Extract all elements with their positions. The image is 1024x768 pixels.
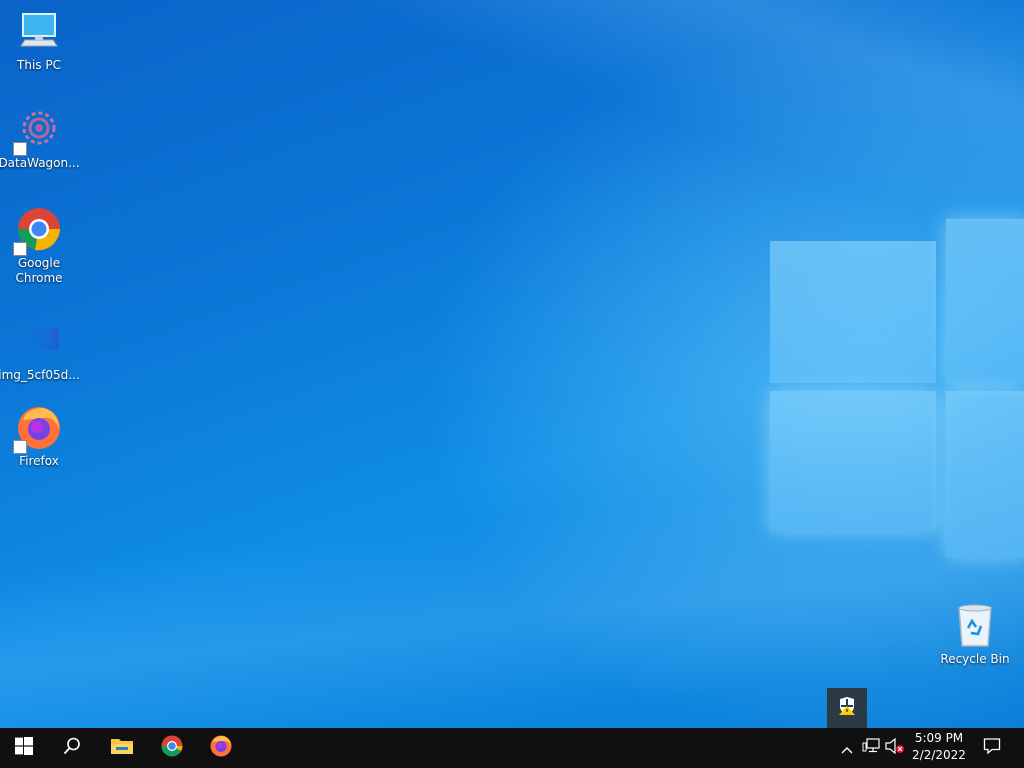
search-icon <box>63 737 81 759</box>
desktop-icon-google-chrome[interactable]: Google Chrome <box>1 206 77 286</box>
this-pc-icon <box>15 8 63 56</box>
recycle-bin-icon <box>951 602 999 650</box>
shortcut-arrow-icon <box>13 242 27 256</box>
desktop-icon-label: Recycle Bin <box>940 652 1010 666</box>
chrome-icon <box>160 734 184 762</box>
action-center-button[interactable] <box>978 728 1006 768</box>
firefox-icon <box>209 734 233 762</box>
shortcut-arrow-icon <box>13 142 27 156</box>
tray-network-button[interactable] <box>860 728 882 768</box>
tray-volume-button[interactable] <box>884 728 906 768</box>
search-button[interactable] <box>48 728 96 768</box>
clock-time: 5:09 PM <box>914 731 964 745</box>
taskbar-clock[interactable]: 5:09 PM 2/2/2022 <box>904 730 974 766</box>
taskbar-firefox[interactable] <box>197 728 245 768</box>
desktop-icon-image-file[interactable]: img_5cf05d... <box>0 318 80 383</box>
start-button[interactable] <box>0 728 48 768</box>
datawagon-icon <box>13 106 63 156</box>
clock-date: 2/2/2022 <box>912 748 966 762</box>
shortcut-arrow-icon <box>13 440 27 454</box>
chrome-icon <box>13 206 63 256</box>
windows-security-warning-icon <box>837 696 857 720</box>
windows-start-icon <box>15 737 33 759</box>
chevron-up-icon <box>841 739 853 758</box>
desktop-icon-label: img_5cf05d... <box>0 368 80 382</box>
taskbar: 5:09 PM 2/2/2022 <box>0 728 1024 768</box>
desktop-icon-label: DataWagon... <box>0 156 80 170</box>
tray-overflow-button[interactable] <box>836 728 858 768</box>
windows-security-flyout[interactable] <box>827 688 867 728</box>
desktop-icon-label: This PC <box>17 58 61 72</box>
desktop-icon-firefox[interactable]: Firefox <box>1 404 77 469</box>
network-icon <box>862 738 880 758</box>
desktop-icon-datawagon[interactable]: DataWagon... <box>0 106 80 171</box>
volume-muted-icon <box>885 737 905 758</box>
action-center-icon <box>983 737 1001 759</box>
desktop-icon-label: Google Chrome <box>15 256 63 285</box>
file-explorer-icon <box>110 736 134 760</box>
image-file-icon <box>15 318 63 366</box>
desktop-icon-recycle-bin[interactable]: Recycle Bin <box>937 602 1013 667</box>
taskbar-chrome[interactable] <box>148 728 196 768</box>
taskbar-file-explorer[interactable] <box>98 728 146 768</box>
firefox-icon <box>13 404 63 454</box>
desktop-icon-label: Firefox <box>19 454 59 468</box>
desktop: This PC DataWagon... Google Chrome img_5… <box>0 0 1024 728</box>
desktop-icon-this-pc[interactable]: This PC <box>1 8 77 73</box>
